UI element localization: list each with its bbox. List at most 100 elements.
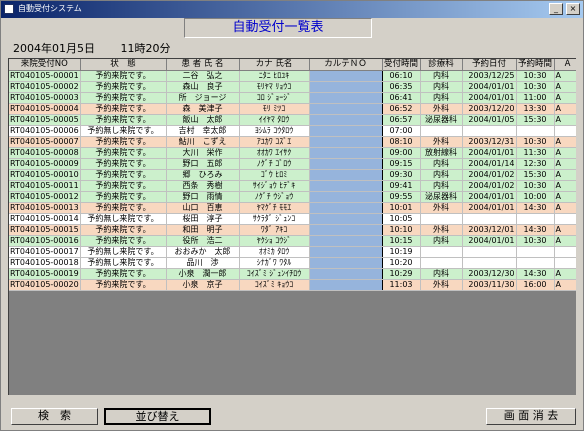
- title-bar[interactable]: 自動受付システム _ ×: [1, 1, 583, 18]
- extra-cell[interactable]: A: [554, 279, 576, 291]
- column-header[interactable]: 来院受付NO: [9, 59, 81, 71]
- reception-no-cell[interactable]: RT040105-00014: [9, 213, 81, 225]
- reservation-date-cell[interactable]: 2004/01/01: [462, 235, 517, 247]
- kana-name-cell[interactable]: ｺｲｽﾞﾐ ｼﾞｭﾝｲﾁﾛｳ: [239, 268, 310, 280]
- reception-time-cell[interactable]: 10:29: [382, 268, 421, 280]
- reservation-time-cell[interactable]: 10:30: [516, 70, 555, 82]
- table-row[interactable]: RT040105-00002 予約来院です。 森山 良子 ﾓﾘﾔﾏ ﾘｮｳｺ 06:35…: [9, 81, 576, 93]
- karte-no-cell[interactable]: [308, 81, 383, 93]
- extra-cell[interactable]: [554, 257, 576, 269]
- reservation-date-cell[interactable]: 2004/01/01: [462, 202, 517, 214]
- reservation-time-cell[interactable]: [516, 257, 555, 269]
- karte-no-cell[interactable]: [308, 268, 383, 280]
- search-button[interactable]: 検 索: [11, 408, 98, 425]
- reception-time-cell[interactable]: 11:03: [382, 279, 421, 291]
- table-row[interactable]: RT040105-00001 予約来院です。 二谷 弘之 ﾆﾀﾆ ﾋﾛﾕｷ 06:10 内…: [9, 70, 576, 82]
- department-cell[interactable]: 放射線科: [420, 147, 463, 159]
- kana-name-cell[interactable]: ｲｲﾔﾏ ﾀﾛｳ: [239, 114, 310, 126]
- reservation-date-cell[interactable]: 2003/12/30: [462, 268, 517, 280]
- reception-time-cell[interactable]: 06:52: [382, 103, 421, 115]
- reception-grid[interactable]: 来院受付NO 状 態患 者 氏 名カナ 氏名 カルテＮＯ 受付時間 診療科 予約日付 予約時…: [8, 58, 576, 395]
- patient-name-cell[interactable]: 所 ジョージ: [166, 92, 240, 104]
- reservation-date-cell[interactable]: [462, 125, 517, 137]
- department-cell[interactable]: 内科: [420, 92, 463, 104]
- status-cell[interactable]: 予約無し来院です。: [80, 125, 167, 137]
- clear-screen-button[interactable]: 画 面 消 去: [486, 408, 576, 425]
- table-row[interactable]: RT040105-00014 予約無し来院です。 桜田 淳子 ｻｸﾗﾀﾞ ｼﾞｭﾝｺ 1…: [9, 213, 576, 225]
- patient-name-cell[interactable]: 小泉 京子: [166, 279, 240, 291]
- kana-name-cell[interactable]: ｺﾛ ｼﾞｮｰｼﾞ: [239, 92, 310, 104]
- status-cell[interactable]: 予約来院です。: [80, 202, 167, 214]
- kana-name-cell[interactable]: ﾆﾀﾆ ﾋﾛﾕｷ: [239, 70, 310, 82]
- karte-no-cell[interactable]: [308, 147, 383, 159]
- reservation-date-cell[interactable]: 2004/01/01: [462, 191, 517, 203]
- reception-time-cell[interactable]: 09:55: [382, 191, 421, 203]
- kana-name-cell[interactable]: ﾓﾘﾔﾏ ﾘｮｳｺ: [239, 81, 310, 93]
- extra-cell[interactable]: A: [554, 224, 576, 236]
- extra-cell[interactable]: A: [554, 136, 576, 148]
- patient-name-cell[interactable]: 二谷 弘之: [166, 70, 240, 82]
- patient-name-cell[interactable]: おおみか 太郎: [166, 246, 240, 258]
- reservation-date-cell[interactable]: 2003/12/20: [462, 103, 517, 115]
- department-cell[interactable]: 内科: [420, 81, 463, 93]
- reservation-time-cell[interactable]: [516, 125, 555, 137]
- patient-name-cell[interactable]: 郷 ひろみ: [166, 169, 240, 181]
- department-cell[interactable]: [420, 257, 463, 269]
- kana-name-cell[interactable]: ｺﾞｳ ﾋﾛﾐ: [239, 169, 310, 181]
- karte-no-cell[interactable]: [308, 235, 383, 247]
- column-header[interactable]: 診療科: [420, 59, 463, 71]
- karte-no-cell[interactable]: [308, 202, 383, 214]
- reservation-time-cell[interactable]: 11:00: [516, 92, 555, 104]
- department-cell[interactable]: 内科: [420, 235, 463, 247]
- table-row[interactable]: RT040105-00018 予約無し来院です。 品川 渉ｼﾅｶﾞﾜ ﾜﾀﾙ 10:2…: [9, 257, 576, 269]
- reservation-date-cell[interactable]: [462, 257, 517, 269]
- reservation-time-cell[interactable]: [516, 246, 555, 258]
- table-row[interactable]: RT040105-00007 予約来院です。 鮎川 こずえ ｱﾕｶﾜ ｺｽﾞｴ 08:1…: [9, 136, 576, 148]
- reservation-date-cell[interactable]: 2004/01/14: [462, 158, 517, 170]
- patient-name-cell[interactable]: 品川 渉: [166, 257, 240, 269]
- reservation-time-cell[interactable]: [516, 213, 555, 225]
- reception-time-cell[interactable]: 06:57: [382, 114, 421, 126]
- reservation-date-cell[interactable]: [462, 246, 517, 258]
- column-header[interactable]: カナ 氏名: [239, 59, 310, 71]
- karte-no-cell[interactable]: [308, 125, 383, 137]
- reception-time-cell[interactable]: 09:00: [382, 147, 421, 159]
- table-row[interactable]: RT040105-00017 予約無し来院です。 おおみか 太郎 ｵｵﾐｶ ﾀﾛｳ 10…: [9, 246, 576, 258]
- table-row[interactable]: RT040105-00016 予約来院です。 役所 浩二 ﾔｸｼｮ ｺｳｼﾞ 10:15…: [9, 235, 576, 247]
- status-cell[interactable]: 予約無し来院です。: [80, 257, 167, 269]
- status-cell[interactable]: 予約来院です。: [80, 81, 167, 93]
- status-cell[interactable]: 予約来院です。: [80, 103, 167, 115]
- reception-time-cell[interactable]: 10:05: [382, 213, 421, 225]
- reservation-time-cell[interactable]: 14:30: [516, 268, 555, 280]
- patient-name-cell[interactable]: 森 美津子: [166, 103, 240, 115]
- reception-time-cell[interactable]: 10:15: [382, 235, 421, 247]
- reservation-date-cell[interactable]: 2004/01/01: [462, 147, 517, 159]
- status-cell[interactable]: 予約来院です。: [80, 147, 167, 159]
- status-cell[interactable]: 予約来院です。: [80, 158, 167, 170]
- reservation-time-cell[interactable]: 12:30: [516, 158, 555, 170]
- patient-name-cell[interactable]: 吉村 幸太郎: [166, 125, 240, 137]
- reservation-date-cell[interactable]: 2004/01/02: [462, 169, 517, 181]
- kana-name-cell[interactable]: ﾓﾘ ﾐﾂｺ: [239, 103, 310, 115]
- karte-no-cell[interactable]: [308, 246, 383, 258]
- extra-cell[interactable]: [554, 213, 576, 225]
- kana-name-cell[interactable]: ｱﾕｶﾜ ｺｽﾞｴ: [239, 136, 310, 148]
- table-row[interactable]: RT040105-00008 予約来院です。 大川 栄作 ｵｵｶﾜ ｴｲｻｸ 09:00…: [9, 147, 576, 159]
- reservation-time-cell[interactable]: 10:30: [516, 180, 555, 192]
- department-cell[interactable]: 外科: [420, 202, 463, 214]
- status-cell[interactable]: 予約来院です。: [80, 92, 167, 104]
- karte-no-cell[interactable]: [308, 191, 383, 203]
- karte-no-cell[interactable]: [308, 158, 383, 170]
- karte-no-cell[interactable]: [308, 279, 383, 291]
- patient-name-cell[interactable]: 野口 雨情: [166, 191, 240, 203]
- karte-no-cell[interactable]: [308, 213, 383, 225]
- reservation-time-cell[interactable]: 15:30: [516, 169, 555, 181]
- reservation-date-cell[interactable]: 2003/12/25: [462, 70, 517, 82]
- karte-no-cell[interactable]: [308, 224, 383, 236]
- reservation-time-cell[interactable]: 16:00: [516, 279, 555, 291]
- status-cell[interactable]: 予約来院です。: [80, 114, 167, 126]
- status-cell[interactable]: 予約来院です。: [80, 224, 167, 236]
- department-cell[interactable]: [420, 125, 463, 137]
- reception-no-cell[interactable]: RT040105-00003: [9, 92, 81, 104]
- status-cell[interactable]: 予約無し来院です。: [80, 213, 167, 225]
